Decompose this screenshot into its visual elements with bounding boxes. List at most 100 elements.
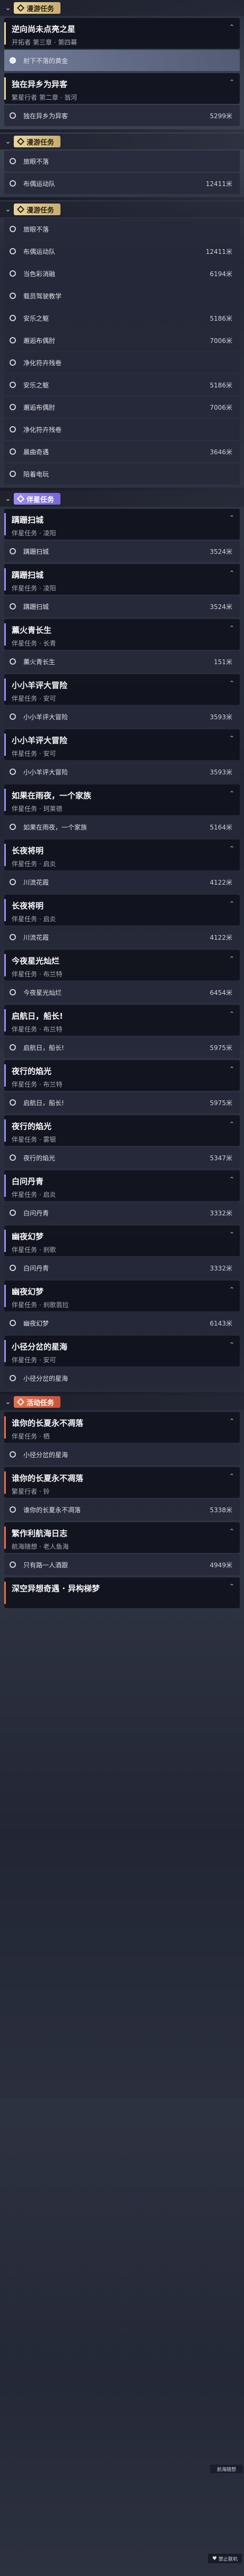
quest-step[interactable]: 邂逅布偶肘 7006米	[4, 396, 240, 418]
chevron-up-icon[interactable]: ⌃	[229, 1583, 234, 1590]
chevron-up-icon[interactable]: ⌃	[229, 735, 234, 742]
quest-step[interactable]: 小小羊评大冒险 3593米	[4, 761, 240, 782]
quest-step[interactable]: 如果在雨夜，一个家族 5164米	[4, 816, 240, 837]
quest-step[interactable]: 布偶运动队 12411米	[4, 241, 240, 262]
location-tag-label: 航海随想	[216, 2467, 236, 2473]
quest-card[interactable]: 启航日，船长! 伴星任务 · 布兰特 ⌃	[4, 1005, 240, 1036]
quest-step[interactable]: 蹒跚扫城 3524米	[4, 596, 240, 617]
chevron-up-icon[interactable]: ⌃	[229, 1417, 234, 1425]
quest-step[interactable]: 陪着电玩	[4, 463, 240, 484]
quest-card[interactable]: 长夜将明 伴星任务 · 启炎 ⌃	[4, 840, 240, 870]
quest-card[interactable]: 白问丹青 伴星任务 · 启炎 ⌃	[4, 1170, 240, 1201]
quest-step[interactable]: 晨曲奇遇 3646米	[4, 441, 240, 462]
quest-step[interactable]: 布偶运动队 12411米	[4, 173, 240, 194]
quest-step-distance: 5338米	[210, 1506, 232, 1514]
quest-card[interactable]: 如果在雨夜，一个家族 伴星任务 · 珂莱德 ⌃	[4, 784, 240, 815]
chevron-up-icon[interactable]: ⌃	[229, 1528, 234, 1535]
chevron-up-icon[interactable]: ⌃	[229, 1341, 234, 1348]
quest-step[interactable]: 白问丹青 3332米	[4, 1202, 240, 1223]
quest-block: 安乐之躯 5186米	[0, 373, 244, 395]
section-header[interactable]: ⌄ 伴星任务	[0, 491, 244, 507]
quest-step[interactable]: 启航日，船长! 5975米	[4, 1092, 240, 1113]
section-header[interactable]: ⌄ 漫游任务	[0, 0, 244, 16]
chevron-up-icon[interactable]: ⌃	[229, 1472, 234, 1480]
chevron-down-icon[interactable]: ⌄	[2, 137, 14, 146]
quest-step[interactable]: 小径分岔的星海	[4, 1444, 240, 1465]
quest-step[interactable]: 独在异乡为异客 5299米	[4, 105, 240, 126]
quest-step-distance: 3524米	[210, 548, 232, 555]
chevron-up-icon[interactable]: ⌃	[229, 900, 234, 907]
chevron-up-icon[interactable]: ⌃	[229, 1231, 234, 1238]
quest-step[interactable]: 净化符卉残卷	[4, 419, 240, 440]
chevron-up-icon[interactable]: ⌃	[229, 624, 234, 632]
chevron-up-icon[interactable]: ⌃	[229, 569, 234, 577]
quest-card[interactable]: 逆向尚未点亮之星 开拓者 第三章 · 第四幕 ⌃	[4, 18, 240, 49]
quest-step[interactable]: 今夜星光灿烂 6454米	[4, 982, 240, 1003]
quest-subtitle: 伴星任务 · 凌阳	[12, 585, 56, 592]
quest-card[interactable]: 谁你的长夏永不凋落 伴星任务 · 栖 ⌃	[4, 1412, 240, 1443]
quest-card[interactable]: 今夜星光灿烂 伴星任务 · 布兰特 ⌃	[4, 950, 240, 981]
quest-card[interactable]: 蹒跚扫城 伴星任务 · 凌阳 ⌃	[4, 509, 240, 540]
quest-card[interactable]: 蹒跚扫城 伴星任务 · 凌阳 ⌃	[4, 564, 240, 595]
chevron-up-icon[interactable]: ⌃	[229, 955, 234, 963]
chevron-up-icon[interactable]: ⌃	[229, 514, 234, 522]
quest-step[interactable]: 薰火青长生 151米	[4, 651, 240, 672]
quest-step[interactable]: 川流花霞 4122米	[4, 871, 240, 893]
quest-step[interactable]: 幽夜幻梦 6143米	[4, 1312, 240, 1334]
chevron-down-icon[interactable]: ⌄	[2, 1398, 14, 1406]
quest-step[interactable]: 谁你的长夏永不凋落 5338米	[4, 1499, 240, 1520]
radio-icon	[10, 548, 16, 554]
chevron-down-icon[interactable]: ⌄	[2, 4, 14, 12]
section-header[interactable]: ⌄ 漫游任务	[0, 134, 244, 149]
quest-step[interactable]: 净化符卉残卷	[4, 352, 240, 373]
chevron-up-icon[interactable]: ⌃	[229, 1176, 234, 1183]
quest-step[interactable]: 蹒跚扫城 3524米	[4, 541, 240, 562]
chevron-up-icon[interactable]: ⌃	[229, 1065, 234, 1073]
quest-card[interactable]: 幽夜幻梦 伴星任务 · 刹歌翡拉 ⌃	[4, 1281, 240, 1311]
quest-step[interactable]: 白问丹青 3332米	[4, 1257, 240, 1278]
quest-step[interactable]: 安乐之躯 5186米	[4, 374, 240, 395]
section-header[interactable]: ⌄ 活动任务	[0, 1394, 244, 1410]
chevron-up-icon[interactable]: ⌃	[229, 680, 234, 687]
quest-step[interactable]: 夜行的焰光 5347米	[4, 1147, 240, 1168]
multiplayer-badge[interactable]: ♥ 禁止联机	[208, 2554, 242, 2563]
quest-step[interactable]: 川流花霞 4122米	[4, 927, 240, 948]
quest-step[interactable]: 邂逅布偶肘 7006米	[4, 330, 240, 351]
chevron-up-icon[interactable]: ⌃	[229, 845, 234, 852]
quest-card[interactable]: 薰火青长生 伴星任务 · 长青 ⌃	[4, 619, 240, 650]
quest-step-label: 安乐之躯	[23, 314, 49, 322]
quest-step[interactable]: 启航日，船长! 5975米	[4, 1037, 240, 1058]
quest-step[interactable]: 当色彩消融 6194米	[4, 263, 240, 284]
chevron-up-icon[interactable]: ⌃	[229, 1010, 234, 1018]
quest-card[interactable]: 小小羊评大冒险 伴星任务 · 安可 ⌃	[4, 674, 240, 705]
chevron-up-icon[interactable]: ⌃	[229, 23, 234, 31]
quest-step[interactable]: 旅眼不落	[4, 218, 240, 240]
section-header[interactable]: ⌄ 漫游任务	[0, 201, 244, 217]
quest-card[interactable]: 小小羊评大冒险 伴星任务 · 安可 ⌃	[4, 729, 240, 760]
quest-step-label: 谁你的长夏永不凋落	[23, 1506, 81, 1514]
quest-card[interactable]: 夜行的焰光 伴星任务 · 雾银 ⌃	[4, 1115, 240, 1146]
quest-block: 旅眼不落	[0, 217, 244, 240]
chevron-up-icon[interactable]: ⌃	[229, 790, 234, 797]
quest-card[interactable]: 幽夜幻梦 伴星任务 · 刹歌 ⌃	[4, 1225, 240, 1256]
chevron-down-icon[interactable]: ⌄	[2, 205, 14, 214]
quest-step[interactable]: 射下不落的黄金	[4, 50, 240, 71]
quest-step[interactable]: 小径分岔的星海	[4, 1368, 240, 1389]
quest-card[interactable]: 独在异乡为异客 繁星行者 第二章 · 翁河 ⌃	[4, 73, 240, 104]
quest-step[interactable]: 载员驾驶教学	[4, 285, 240, 306]
quest-card[interactable]: 繁作利航海日志 航海随想 · 老人鱼海 ⌃	[4, 1522, 240, 1553]
quest-step[interactable]: 只有路一人酒跟 4949米	[4, 1554, 240, 1575]
quest-card[interactable]: 长夜将明 伴星任务 · 启炎 ⌃	[4, 895, 240, 925]
quest-card[interactable]: 深空异想奇遇 · 异构梯梦 ⌃	[4, 1577, 240, 1608]
quest-card[interactable]: 小径分岔的星海 伴星任务 · 安可 ⌃	[4, 1336, 240, 1366]
quest-step[interactable]: 小小羊评大冒险 3593米	[4, 706, 240, 727]
quest-step[interactable]: 旅眼不落	[4, 151, 240, 172]
chevron-up-icon[interactable]: ⌃	[229, 78, 234, 86]
chevron-up-icon[interactable]: ⌃	[229, 1121, 234, 1128]
quest-step[interactable]: 安乐之躯 5186米	[4, 307, 240, 329]
quest-card[interactable]: 夜行的焰光 伴星任务 · 布兰特 ⌃	[4, 1060, 240, 1091]
chevron-up-icon[interactable]: ⌃	[229, 1286, 234, 1293]
section-tag-trail: 漫游任务	[14, 204, 61, 215]
chevron-down-icon[interactable]: ⌄	[2, 495, 14, 503]
quest-card[interactable]: 谁你的长夏永不凋落 繁星行者 · 铃 ⌃	[4, 1467, 240, 1498]
